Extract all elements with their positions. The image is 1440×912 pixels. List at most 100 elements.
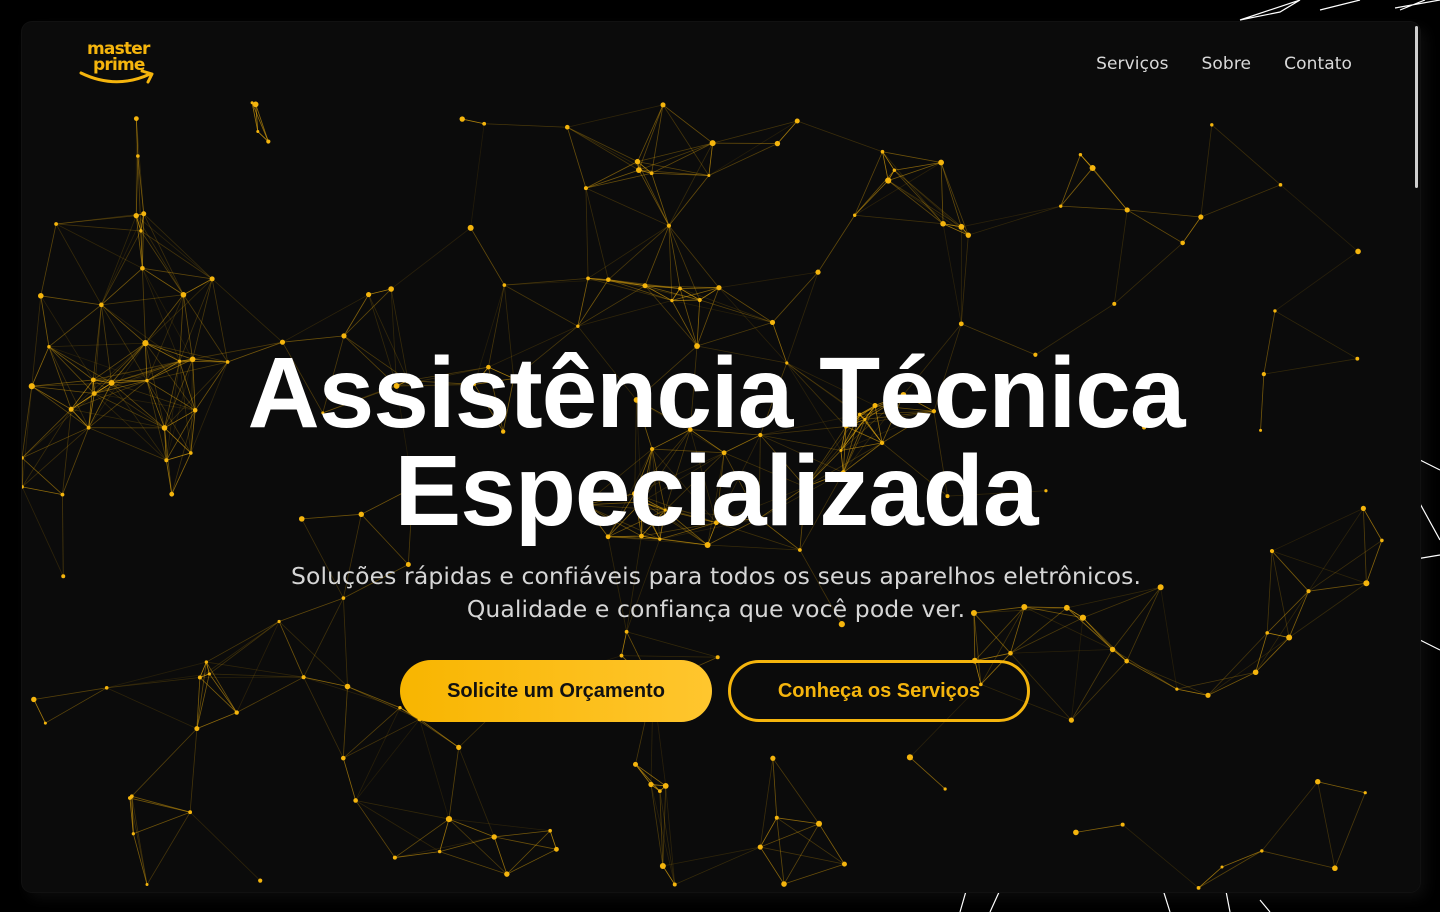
network-line: [960, 235, 969, 324]
network-line: [140, 230, 184, 295]
network-node: [37, 293, 44, 299]
network-node: [1124, 207, 1130, 213]
network-node: [678, 286, 682, 291]
network-node: [141, 211, 147, 217]
network-line: [494, 836, 557, 850]
network-line: [585, 188, 609, 280]
brand-logo[interactable]: master prime: [78, 38, 158, 94]
network-line: [887, 180, 944, 225]
network-node: [635, 167, 642, 173]
network-line: [1198, 850, 1263, 889]
network-line: [101, 304, 146, 344]
network-node: [657, 789, 662, 794]
network-line: [1113, 209, 1128, 304]
network-node: [715, 655, 720, 660]
network-line: [48, 304, 102, 348]
network-line: [101, 213, 145, 306]
network-line: [1317, 781, 1366, 794]
network-node: [564, 124, 570, 130]
network-line: [772, 758, 778, 818]
network-line: [671, 299, 700, 301]
network-node: [31, 696, 37, 703]
network-node: [797, 548, 802, 552]
network-line: [940, 162, 962, 227]
request-quote-button[interactable]: Solicite um Orçamento: [400, 660, 712, 722]
network-node: [482, 121, 487, 126]
network-line: [355, 718, 420, 801]
network-line: [668, 225, 701, 301]
nav-link-contato[interactable]: Contato: [1284, 54, 1352, 74]
network-line: [132, 833, 148, 885]
network-line: [462, 118, 485, 125]
network-node: [1205, 692, 1211, 698]
network-node: [906, 754, 914, 761]
network-line: [143, 213, 213, 280]
network-node: [958, 223, 965, 230]
network-node: [139, 229, 143, 233]
network-line: [637, 142, 713, 162]
network-line: [621, 655, 718, 658]
network-line: [1334, 792, 1366, 869]
network-line: [199, 621, 280, 678]
network-line: [708, 143, 778, 176]
network-node: [697, 297, 702, 303]
nav-link-sobre[interactable]: Sobre: [1202, 54, 1252, 74]
network-node: [256, 130, 260, 134]
network-line: [668, 175, 710, 226]
network-node: [632, 761, 638, 767]
network-node: [619, 653, 624, 658]
network-line: [644, 225, 670, 286]
browser-window: master prime Serviços Sobre Contato Assi…: [22, 22, 1420, 892]
network-line: [968, 205, 1061, 236]
network-line: [1071, 660, 1127, 721]
network-node: [388, 286, 394, 292]
network-line: [817, 215, 856, 273]
network-line: [209, 621, 280, 675]
network-line: [1207, 637, 1290, 696]
hero-subtitle: Soluções rápidas e confiáveis para todos…: [22, 560, 1410, 626]
network-node: [583, 186, 588, 191]
network-node: [642, 283, 648, 289]
network-line: [608, 225, 670, 280]
network-line: [101, 230, 142, 306]
network-node: [43, 721, 47, 725]
hero-subtitle-line2: Qualidade e confiança que você pode ver.: [466, 595, 966, 623]
network-line: [1274, 251, 1359, 312]
hero-title: Assistência Técnica Especializada: [22, 343, 1410, 541]
network-node: [1124, 658, 1129, 664]
network-node: [649, 171, 654, 176]
network-line: [708, 143, 714, 176]
network-line: [419, 719, 450, 820]
network-line: [506, 848, 557, 875]
network-node: [1332, 865, 1338, 872]
network-node: [504, 871, 510, 877]
scrollbar-thumb[interactable]: [1415, 26, 1418, 188]
network-node: [716, 285, 722, 291]
view-services-button[interactable]: Conheça os Serviços: [728, 660, 1030, 722]
network-line: [101, 294, 184, 306]
network-line: [585, 161, 638, 189]
network-node: [1252, 669, 1259, 676]
network-node: [634, 158, 641, 165]
network-line: [651, 142, 713, 174]
network-line: [887, 180, 969, 236]
network-node: [353, 798, 358, 803]
network-line: [942, 223, 962, 324]
nav-link-servicos[interactable]: Serviços: [1096, 54, 1168, 74]
hero-title-line2: Especializada: [394, 435, 1039, 547]
network-line: [143, 213, 184, 295]
network-node: [670, 298, 674, 303]
network-node: [624, 629, 629, 634]
network-node: [266, 139, 271, 144]
network-node: [1196, 885, 1201, 890]
network-line: [439, 851, 507, 875]
network-line: [1127, 209, 1201, 218]
network-line: [129, 797, 191, 813]
network-line: [303, 677, 344, 759]
network-node: [99, 302, 104, 308]
network-node: [774, 140, 781, 147]
network-node: [965, 232, 972, 238]
scrollbar[interactable]: [1408, 22, 1420, 892]
network-line: [199, 677, 237, 713]
network-node: [1120, 822, 1125, 827]
